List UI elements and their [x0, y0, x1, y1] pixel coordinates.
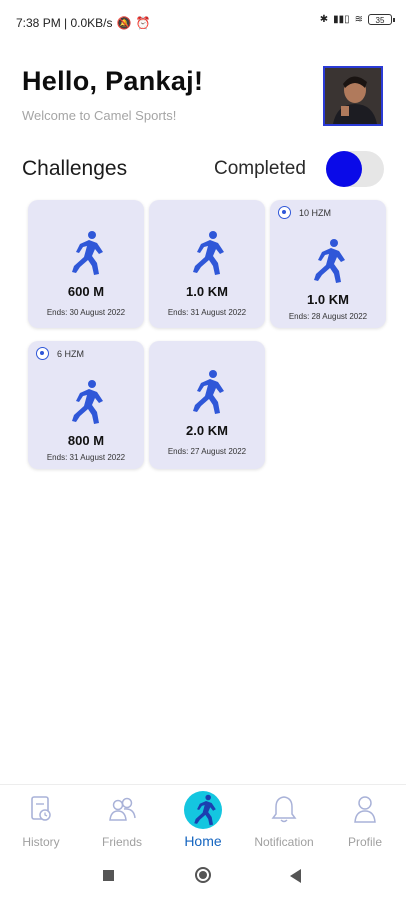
bell-icon	[271, 796, 297, 823]
mute-icon: 🔕	[116, 16, 132, 30]
battery-icon: 35	[368, 14, 395, 25]
challenge-ends: Ends: 31 August 2022	[167, 308, 247, 317]
challenge-distance: 1.0 KM	[186, 284, 228, 299]
challenge-ends: Ends: 30 August 2022	[46, 308, 126, 317]
challenge-card[interactable]: 1.0 KM Ends: 31 August 2022	[149, 200, 265, 328]
nav-label: Home	[184, 833, 222, 849]
signal-icon: ▮▮▯	[333, 14, 350, 25]
challenge-card[interactable]: 6 HZM 800 M Ends: 31 August 2022	[28, 341, 144, 469]
back-button[interactable]	[290, 869, 301, 883]
friends-icon	[109, 797, 136, 821]
nav-friends[interactable]: Friends	[82, 791, 162, 851]
person-icon	[354, 796, 376, 823]
completed-label: Completed	[214, 158, 306, 179]
system-nav-bar	[0, 854, 406, 900]
challenge-distance: 2.0 KM	[186, 423, 228, 438]
wifi-icon: ≋	[354, 14, 363, 25]
nav-home[interactable]: Home	[163, 791, 243, 851]
nav-label: Profile	[347, 835, 382, 849]
history-icon	[31, 796, 51, 821]
toggle-knob	[326, 151, 362, 187]
completed-toggle[interactable]	[326, 151, 384, 187]
status-bar: 7:38 PM | 0.0KB/s 🔕 ⏰ ✱ ▮▮▯ ≋ 35	[0, 0, 406, 44]
bottom-nav: History Friends Home Notification Profil…	[0, 784, 406, 855]
status-right: ✱ ▮▮▯ ≋ 35	[319, 14, 395, 25]
nav-label: History	[22, 835, 60, 849]
nav-notification[interactable]: Notification	[244, 791, 324, 851]
greeting: Hello, Pankaj!	[22, 66, 204, 96]
home-system-button[interactable]	[195, 867, 211, 883]
badge-label: 6 HZM	[57, 348, 84, 359]
runner-icon	[72, 380, 103, 424]
challenge-distance: 600 M	[67, 284, 105, 299]
recents-button[interactable]	[103, 870, 114, 881]
challenge-badge: 6 HZM	[36, 347, 84, 360]
home-highlight	[184, 791, 222, 829]
alarm-icon: ⏰	[135, 16, 151, 30]
nav-label: Friends	[101, 835, 142, 849]
nav-profile[interactable]: Profile	[325, 791, 405, 851]
runner-icon	[193, 231, 224, 275]
badge-label: 10 HZM	[299, 207, 332, 218]
challenge-distance: 1.0 KM	[307, 292, 349, 307]
challenge-card[interactable]: 600 M Ends: 30 August 2022	[28, 200, 144, 328]
challenge-card[interactable]: 2.0 KM Ends: 27 August 2022	[149, 341, 265, 469]
runner-icon	[314, 239, 345, 283]
runner-icon	[72, 231, 103, 275]
challenge-distance: 800 M	[67, 433, 105, 448]
badge-icon	[36, 347, 49, 360]
challenges-title: Challenges	[22, 157, 128, 180]
avatar[interactable]	[323, 66, 383, 126]
challenge-badge: 10 HZM	[278, 206, 331, 219]
challenge-card[interactable]: 10 HZM 1.0 KM Ends: 28 August 2022	[270, 200, 386, 328]
status-time: 7:38 PM | 0.0KB/s	[16, 16, 113, 30]
status-left: 7:38 PM | 0.0KB/s 🔕 ⏰	[16, 16, 150, 30]
nav-history[interactable]: History	[1, 791, 81, 851]
bluetooth-icon: ✱	[319, 14, 329, 25]
challenge-ends: Ends: 28 August 2022	[288, 312, 368, 321]
welcome-text: Welcome to Camel Sports!	[22, 108, 177, 123]
runner-icon	[194, 794, 216, 826]
avatar-photo	[325, 68, 381, 124]
nav-label: Notification	[254, 835, 314, 849]
challenge-ends: Ends: 31 August 2022	[46, 453, 126, 462]
challenge-ends: Ends: 27 August 2022	[167, 447, 247, 456]
runner-icon	[193, 370, 224, 414]
badge-icon	[278, 206, 291, 219]
